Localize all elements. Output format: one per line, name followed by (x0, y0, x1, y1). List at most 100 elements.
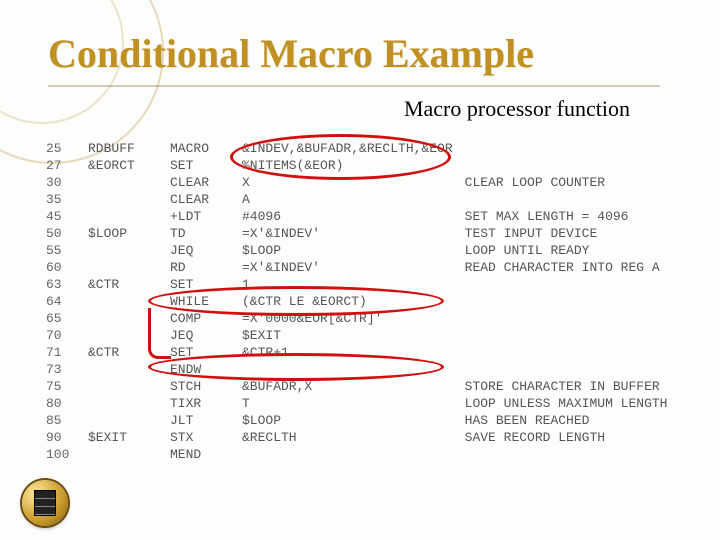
code-row: 70JEQ$EXIT (40, 327, 700, 344)
code-cell-op: ENDW (164, 361, 236, 378)
code-cell-cmt (459, 344, 700, 361)
code-cell-arg: 1 (236, 276, 459, 293)
code-cell-op: JEQ (164, 327, 236, 344)
code-cell-cmt: STORE CHARACTER IN BUFFER (459, 378, 700, 395)
code-cell-op: JEQ (164, 242, 236, 259)
code-cell-ln: 63 (40, 276, 82, 293)
code-cell-arg: &INDEV,&BUFADR,&RECLTH,&EOR (236, 140, 459, 157)
highlight-connector (148, 308, 171, 359)
code-row: 55JEQ$LOOPLOOP UNTIL READY (40, 242, 700, 259)
code-cell-arg: #4096 (236, 208, 459, 225)
code-cell-lbl: &CTR (82, 276, 164, 293)
code-cell-op: MACRO (164, 140, 236, 157)
code-row: 90$EXITSTX&RECLTHSAVE RECORD LENGTH (40, 429, 700, 446)
code-row: 63&CTRSET1 (40, 276, 700, 293)
code-row: 64WHILE(&CTR LE &EORCT) (40, 293, 700, 310)
code-cell-lbl (82, 242, 164, 259)
code-cell-lbl (82, 174, 164, 191)
code-cell-cmt (459, 191, 700, 208)
code-cell-op: TD (164, 225, 236, 242)
code-row: 71&CTRSET&CTR+1 (40, 344, 700, 361)
code-cell-ln: 80 (40, 395, 82, 412)
code-cell-op: MEND (164, 446, 236, 463)
code-cell-lbl: $LOOP (82, 225, 164, 242)
code-cell-ln: 25 (40, 140, 82, 157)
code-cell-op: COMP (164, 310, 236, 327)
code-cell-ln: 65 (40, 310, 82, 327)
code-cell-ln: 50 (40, 225, 82, 242)
code-cell-arg: =X'&INDEV' (236, 225, 459, 242)
code-cell-ln: 85 (40, 412, 82, 429)
code-cell-ln: 27 (40, 157, 82, 174)
code-row: 65COMP=X'0000&EOR[&CTR]' (40, 310, 700, 327)
code-cell-arg: =X'&INDEV' (236, 259, 459, 276)
code-cell-cmt: LOOP UNLESS MAXIMUM LENGTH (459, 395, 700, 412)
institution-logo (22, 480, 68, 526)
code-cell-arg: %NITEMS(&EOR) (236, 157, 459, 174)
code-cell-op: TIXR (164, 395, 236, 412)
code-cell-lbl: &EORCT (82, 157, 164, 174)
code-cell-arg: $LOOP (236, 242, 459, 259)
code-cell-op: SET (164, 276, 236, 293)
code-cell-cmt (459, 446, 700, 463)
code-row: 60RD=X'&INDEV'READ CHARACTER INTO REG A (40, 259, 700, 276)
code-cell-cmt (459, 293, 700, 310)
code-cell-op: SET (164, 157, 236, 174)
code-cell-cmt: SET MAX LENGTH = 4096 (459, 208, 700, 225)
code-row: 73 ENDW (40, 361, 700, 378)
code-cell-cmt: HAS BEEN REACHED (459, 412, 700, 429)
code-cell-op: JLT (164, 412, 236, 429)
code-cell-lbl (82, 361, 164, 378)
code-table: 25RDBUFFMACRO&INDEV,&BUFADR,&RECLTH,&EOR… (40, 140, 700, 463)
code-cell-op: STX (164, 429, 236, 446)
code-cell-op: +LDT (164, 208, 236, 225)
code-cell-lbl (82, 378, 164, 395)
code-cell-arg: $EXIT (236, 327, 459, 344)
code-listing: 25RDBUFFMACRO&INDEV,&BUFADR,&RECLTH,&EOR… (40, 140, 700, 510)
code-row: 27&EORCTSET%NITEMS(&EOR) (40, 157, 700, 174)
code-cell-arg: &RECLTH (236, 429, 459, 446)
code-cell-ln: 30 (40, 174, 82, 191)
code-cell-cmt: TEST INPUT DEVICE (459, 225, 700, 242)
code-cell-lbl (82, 412, 164, 429)
code-cell-arg: X (236, 174, 459, 191)
code-cell-ln: 90 (40, 429, 82, 446)
code-cell-cmt (459, 327, 700, 344)
code-cell-lbl (82, 395, 164, 412)
logo-bars-icon (34, 490, 56, 516)
code-cell-op: CLEAR (164, 174, 236, 191)
code-cell-cmt (459, 140, 700, 157)
code-cell-cmt: CLEAR LOOP COUNTER (459, 174, 700, 191)
code-row: 80TIXRTLOOP UNLESS MAXIMUM LENGTH (40, 395, 700, 412)
code-cell-ln: 64 (40, 293, 82, 310)
code-cell-ln: 45 (40, 208, 82, 225)
code-cell-cmt (459, 157, 700, 174)
code-cell-arg: (&CTR LE &EORCT) (236, 293, 459, 310)
code-cell-ln: 35 (40, 191, 82, 208)
code-cell-ln: 75 (40, 378, 82, 395)
code-row: 25RDBUFFMACRO&INDEV,&BUFADR,&RECLTH,&EOR (40, 140, 700, 157)
code-cell-arg (236, 361, 459, 378)
code-cell-op: SET (164, 344, 236, 361)
code-cell-lbl: $EXIT (82, 429, 164, 446)
slide-subtitle: Macro processor function (404, 96, 630, 122)
code-cell-lbl: RDBUFF (82, 140, 164, 157)
code-cell-ln: 60 (40, 259, 82, 276)
code-cell-ln: 100 (40, 446, 82, 463)
code-cell-cmt: SAVE RECORD LENGTH (459, 429, 700, 446)
code-cell-arg: $LOOP (236, 412, 459, 429)
code-cell-cmt (459, 361, 700, 378)
code-cell-arg: &BUFADR,X (236, 378, 459, 395)
code-cell-lbl (82, 191, 164, 208)
code-cell-cmt (459, 276, 700, 293)
code-cell-lbl (82, 208, 164, 225)
code-cell-arg: &CTR+1 (236, 344, 459, 361)
code-cell-op: CLEAR (164, 191, 236, 208)
title-underline (48, 85, 660, 87)
code-cell-ln: 71 (40, 344, 82, 361)
code-row: 50$LOOPTD=X'&INDEV'TEST INPUT DEVICE (40, 225, 700, 242)
code-cell-arg (236, 446, 459, 463)
code-cell-cmt: LOOP UNTIL READY (459, 242, 700, 259)
code-cell-ln: 73 (40, 361, 82, 378)
code-cell-cmt: READ CHARACTER INTO REG A (459, 259, 700, 276)
